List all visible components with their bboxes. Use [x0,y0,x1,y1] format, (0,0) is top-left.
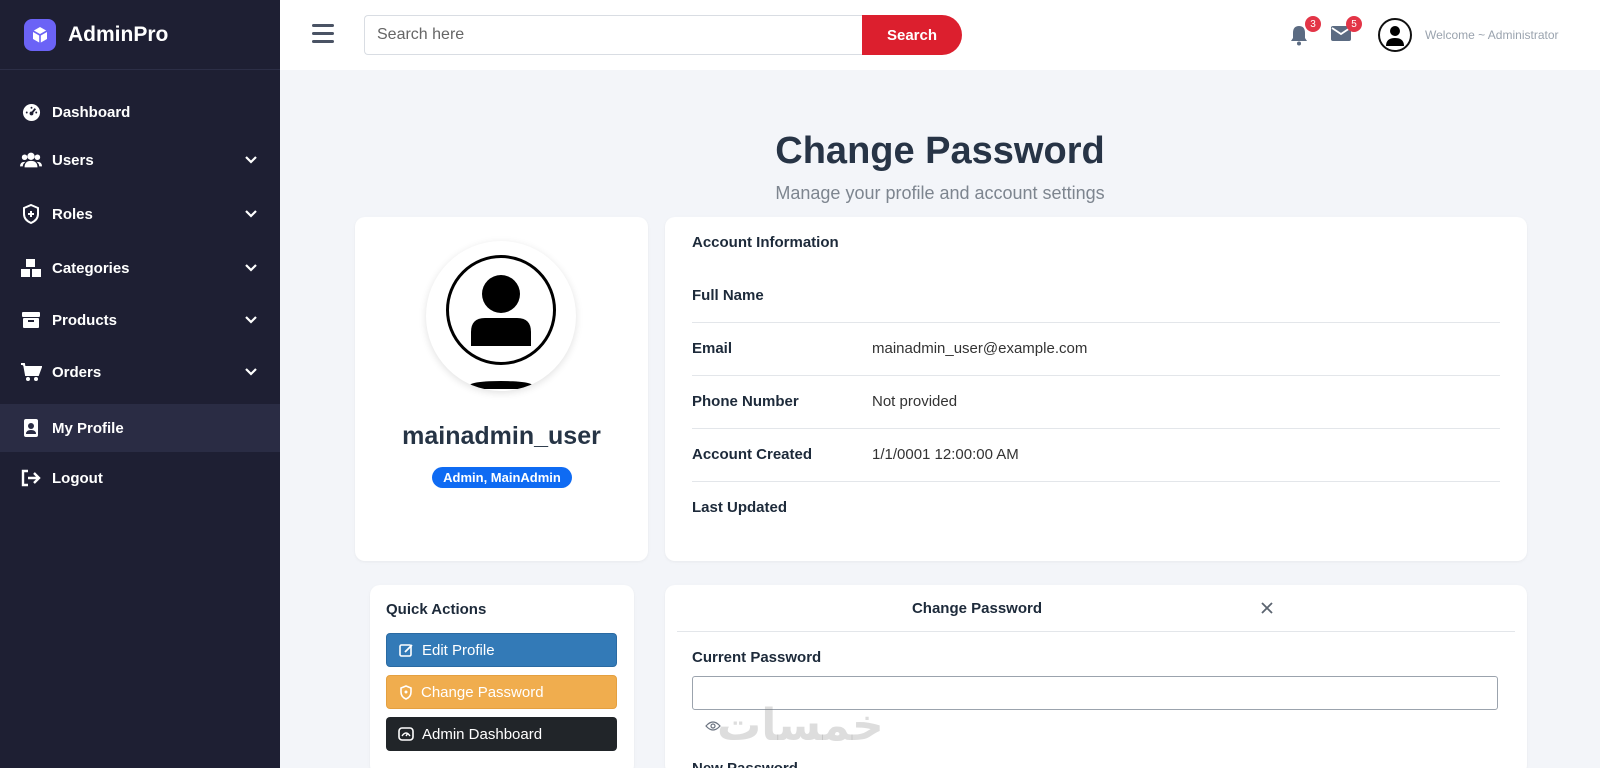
sidebar: AdminPro Dashboard Users Roles Categorie… [0,0,280,768]
brand-name: AdminPro [68,22,169,46]
cube-logo-icon [24,18,56,51]
role-badge: Admin, MainAdmin [432,467,572,488]
sidebar-item-label: Categories [52,259,130,277]
row-value: 1/1/0001 12:00:00 AM [872,446,1019,463]
brand[interactable]: AdminPro [0,0,280,70]
chevron-down-icon [244,364,258,381]
close-icon[interactable] [1260,601,1274,615]
sidebar-item-roles[interactable]: Roles [0,190,280,238]
sidebar-item-logout[interactable]: Logout [0,454,280,502]
edit-icon [399,643,414,658]
user-icon [1386,26,1404,46]
edit-profile-button[interactable]: Edit Profile [386,633,617,667]
box-icon [20,309,42,331]
sidebar-item-label: Dashboard [52,103,131,121]
boxes-icon [20,257,42,279]
messages-badge: 5 [1346,16,1362,32]
quick-actions-title: Quick Actions [386,601,487,618]
search-button[interactable]: Search [862,15,962,55]
sidebar-item-my-profile[interactable]: My Profile [0,404,280,452]
topbar: Search 3 5 Welcome ~ Administrator [280,0,1600,70]
page-subtitle: Manage your profile and account settings [775,183,1105,203]
row-label: Phone Number [692,393,799,410]
row-value: mainadmin_user@example.com [872,340,1088,357]
page-title: Change Password [775,130,1105,172]
chevron-down-icon [244,312,258,329]
id-badge-icon [20,417,42,439]
account-info-title: Account Information [692,234,839,251]
row-label: Account Created [692,446,813,463]
sidebar-item-users[interactable]: Users [0,136,280,184]
account-row-created: Account Created 1/1/0001 12:00:00 AM [692,429,1500,482]
sidebar-item-label: Users [52,151,94,169]
profile-username: mainadmin_user [402,422,601,450]
admin-dashboard-button[interactable]: Admin Dashboard [386,717,617,751]
sidebar-item-products[interactable]: Products [0,296,280,344]
account-info-card: Account Information Full Name Email main… [665,217,1527,561]
search-bar: Search [364,15,962,55]
logout-icon [20,467,42,489]
notifications-badge: 3 [1305,16,1321,32]
chevron-down-icon [244,260,258,277]
messages-button[interactable]: 5 [1330,16,1362,46]
sidebar-item-orders[interactable]: Orders [0,348,280,396]
change-password-header: Change Password [677,585,1515,632]
chevron-down-icon [244,152,258,169]
notifications-button[interactable]: 3 [1289,16,1321,46]
user-icon [446,255,556,365]
row-value: Not provided [872,393,958,410]
current-password-label: Current Password [692,649,822,666]
dashboard-icon [20,101,42,123]
change-password-title: Change Password [911,600,1043,617]
new-password-label: New Password [692,760,798,768]
shield-icon [20,203,42,225]
account-row-phone: Phone Number Not provided [692,376,1500,429]
chevron-down-icon [244,206,258,223]
account-row-email: Email mainadmin_user@example.com [692,323,1500,376]
sidebar-item-label: My Profile [52,419,124,437]
hamburger-menu-icon[interactable] [312,24,334,44]
account-row-full-name: Full Name [692,270,1500,323]
row-label: Full Name [692,287,764,304]
user-avatar[interactable] [1378,18,1412,52]
watermark: خمسات [717,700,886,751]
search-input[interactable] [364,15,864,55]
change-password-label: Change Password [421,683,544,701]
account-row-updated: Last Updated [692,482,1500,535]
row-label: Email [692,340,733,357]
sidebar-item-label: Orders [52,363,102,381]
sidebar-item-label: Roles [52,205,93,223]
change-password-button[interactable]: Change Password [386,675,617,709]
row-label: Last Updated [692,499,788,516]
profile-avatar [426,241,576,391]
cart-icon [20,361,42,383]
sidebar-item-dashboard[interactable]: Dashboard [0,88,280,136]
edit-profile-label: Edit Profile [422,641,495,659]
sidebar-item-label: Products [52,311,118,329]
admin-dashboard-label: Admin Dashboard [422,725,543,743]
welcome-text: Welcome ~ Administrator [1425,28,1559,42]
sidebar-item-categories[interactable]: Categories [0,244,280,292]
profile-card: mainadmin_user Admin, MainAdmin [355,217,648,561]
quick-actions-card: Quick Actions Edit Profile Change Passwo… [370,585,634,768]
users-icon [20,149,42,171]
gauge-icon [398,727,414,741]
shield-icon [399,684,413,700]
sidebar-item-label: Logout [52,469,103,487]
